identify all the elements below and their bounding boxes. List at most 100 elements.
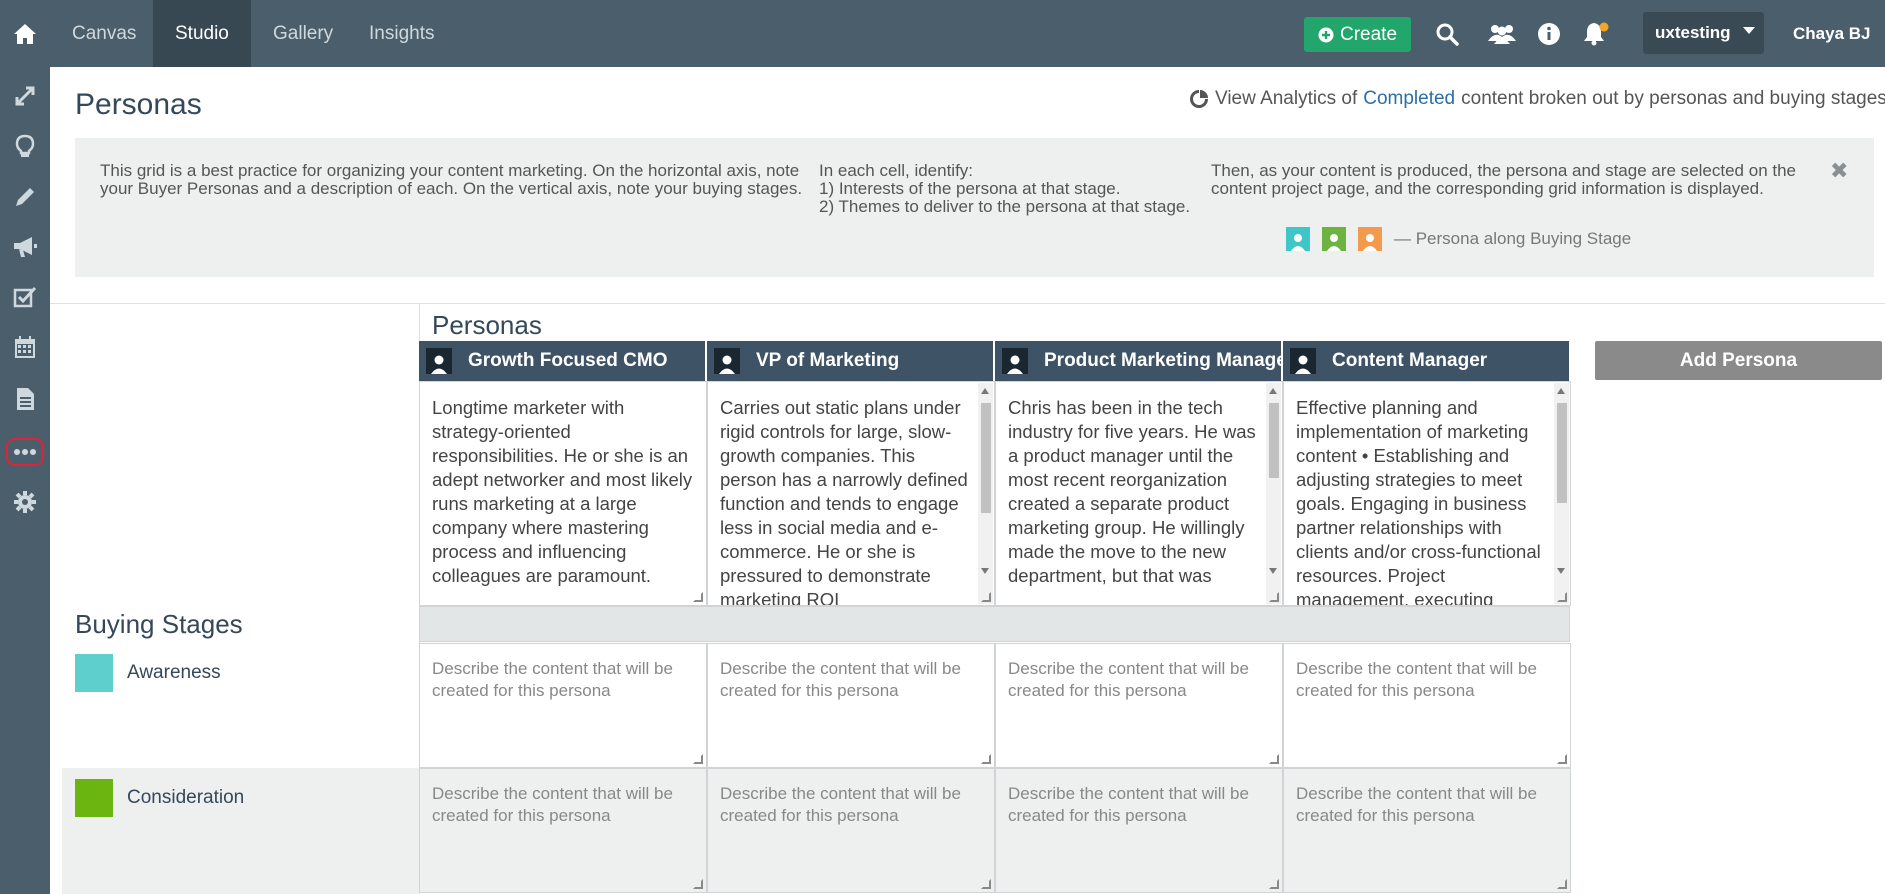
stage-color-swatch: [75, 654, 113, 692]
persona-stage-legend: — Persona along Buying Stage: [1286, 227, 1631, 251]
consideration-content-textarea[interactable]: Describe the content that will be create…: [419, 768, 707, 893]
info-cell-line-1: In each cell, identify:: [819, 161, 974, 180]
info-icon[interactable]: [1535, 20, 1563, 48]
persona-avatar-icon: [1290, 348, 1316, 374]
consideration-content-textarea[interactable]: Describe the content that will be create…: [707, 768, 995, 893]
persona-avatar-icon: [1002, 348, 1028, 374]
resize-handle[interactable]: [1557, 754, 1567, 764]
awareness-content-textarea[interactable]: Describe the content that will be create…: [995, 643, 1283, 768]
placeholder-text: Describe the content that will be create…: [720, 659, 961, 700]
resize-handle[interactable]: [1269, 754, 1279, 764]
home-icon[interactable]: [0, 0, 50, 67]
chevron-down-icon[interactable]: [1743, 27, 1755, 34]
analytics-prefix: View Analytics of: [1215, 88, 1358, 109]
scrollbar[interactable]: [978, 383, 993, 604]
close-icon[interactable]: ✖: [1830, 158, 1848, 184]
lightbulb-icon[interactable]: [10, 131, 40, 161]
persona-description: Chris has been in the tech industry for …: [1008, 397, 1256, 586]
workspace-name: uxtesting: [1655, 23, 1731, 42]
scroll-down-icon[interactable]: [1269, 568, 1277, 574]
pie-chart-icon: [1190, 90, 1208, 108]
persona-legend-icon: [1322, 227, 1346, 251]
placeholder-text: Describe the content that will be create…: [720, 784, 961, 825]
tab-studio[interactable]: Studio: [153, 0, 251, 67]
stage-label-awareness: Awareness: [75, 654, 221, 692]
tab-gallery[interactable]: Gallery: [251, 0, 355, 67]
analytics-completed-link[interactable]: Completed: [1363, 88, 1455, 110]
top-navigation-bar: Canvas Studio Gallery Insights Create ux…: [0, 0, 1885, 67]
scroll-thumb[interactable]: [981, 403, 991, 513]
add-persona-button[interactable]: Add Persona: [1595, 341, 1882, 380]
stage-name: Consideration: [127, 787, 245, 808]
team-icon[interactable]: [1486, 20, 1518, 48]
persona-description-textarea[interactable]: Chris has been in the tech industry for …: [995, 381, 1283, 606]
info-panel: This grid is a best practice for organiz…: [75, 138, 1874, 277]
resize-handle[interactable]: [693, 592, 703, 602]
info-cell-line-2: 1) Interests of the persona at that stag…: [819, 179, 1121, 198]
info-text-production: Then, as your content is produced, the p…: [1211, 161, 1796, 198]
resize-handle[interactable]: [981, 879, 991, 889]
stage-color-swatch: [75, 779, 113, 817]
grid-separator-band: [419, 606, 1570, 642]
scroll-up-icon[interactable]: [981, 388, 989, 394]
left-sidebar: [0, 67, 50, 894]
info-text-cell-instructions: In each cell, identify: 1) Interests of …: [819, 162, 1191, 216]
gear-icon[interactable]: [10, 487, 40, 517]
awareness-content-textarea[interactable]: Describe the content that will be create…: [419, 643, 707, 768]
create-label: Create: [1339, 23, 1398, 45]
tab-insights[interactable]: Insights: [347, 0, 456, 67]
expand-icon[interactable]: [10, 81, 40, 111]
scrollbar[interactable]: [1266, 383, 1281, 604]
persona-description-textarea[interactable]: Effective planning and implementation of…: [1283, 381, 1571, 606]
scroll-down-icon[interactable]: [981, 568, 989, 574]
placeholder-text: Describe the content that will be create…: [1296, 659, 1537, 700]
persona-avatar-icon: [426, 348, 452, 374]
create-button[interactable]: Create: [1304, 17, 1411, 52]
checkbox-icon[interactable]: [10, 282, 40, 312]
tab-canvas[interactable]: Canvas: [50, 0, 158, 67]
resize-handle[interactable]: [693, 754, 703, 764]
megaphone-icon[interactable]: [10, 232, 40, 262]
resize-handle[interactable]: [693, 879, 703, 889]
persona-legend-icon: [1286, 227, 1310, 251]
stage-name: Awareness: [127, 662, 221, 683]
search-icon[interactable]: [1433, 20, 1461, 48]
scroll-thumb[interactable]: [1557, 403, 1567, 503]
persona-header-vp-of-marketing[interactable]: VP of Marketing: [707, 341, 995, 381]
persona-description-textarea[interactable]: Longtime marketer with strategy-oriented…: [419, 381, 707, 606]
buying-stages-title: Buying Stages: [75, 609, 243, 639]
resize-handle[interactable]: [1557, 879, 1567, 889]
document-icon[interactable]: [10, 384, 40, 414]
info-text-axes: This grid is a best practice for organiz…: [100, 161, 803, 198]
user-menu[interactable]: Chaya BJ: [1793, 0, 1870, 67]
notifications-bell-icon[interactable]: [1582, 20, 1610, 48]
view-analytics-link[interactable]: View Analytics of Completed content brok…: [1189, 88, 1885, 110]
scroll-up-icon[interactable]: [1557, 388, 1565, 394]
pencil-icon[interactable]: [10, 182, 40, 212]
persona-header-growth-focused-cmo[interactable]: Growth Focused CMO: [419, 341, 707, 381]
legend-label: — Persona along Buying Stage: [1394, 229, 1632, 248]
info-cell-line-3: 2) Themes to deliver to the persona at t…: [819, 197, 1191, 216]
scroll-up-icon[interactable]: [1269, 388, 1277, 394]
scrollbar[interactable]: [1554, 383, 1569, 604]
scroll-thumb[interactable]: [1269, 403, 1279, 478]
awareness-content-textarea[interactable]: Describe the content that will be create…: [1283, 643, 1571, 768]
persona-header-product-marketing-manager[interactable]: Product Marketing Manager: [995, 341, 1283, 381]
analytics-suffix: content broken out by personas and buyin…: [1461, 88, 1885, 109]
calendar-icon[interactable]: [10, 332, 40, 362]
awareness-content-textarea[interactable]: Describe the content that will be create…: [707, 643, 995, 768]
persona-legend-icon: [1358, 227, 1382, 251]
persona-name: Product Marketing Manager: [1044, 350, 1283, 371]
persona-description: Effective planning and implementation of…: [1296, 397, 1541, 606]
placeholder-text: Describe the content that will be create…: [432, 784, 673, 825]
scroll-down-icon[interactable]: [1557, 568, 1565, 574]
resize-handle[interactable]: [1269, 879, 1279, 889]
more-options-icon[interactable]: [6, 438, 44, 466]
resize-handle[interactable]: [981, 754, 991, 764]
persona-header-content-manager[interactable]: Content Manager: [1283, 341, 1571, 381]
persona-description-textarea[interactable]: Carries out static plans under rigid con…: [707, 381, 995, 606]
consideration-content-textarea[interactable]: Describe the content that will be create…: [995, 768, 1283, 893]
persona-name: VP of Marketing: [756, 350, 900, 371]
persona-description: Longtime marketer with strategy-oriented…: [432, 397, 693, 586]
consideration-content-textarea[interactable]: Describe the content that will be create…: [1283, 768, 1571, 893]
